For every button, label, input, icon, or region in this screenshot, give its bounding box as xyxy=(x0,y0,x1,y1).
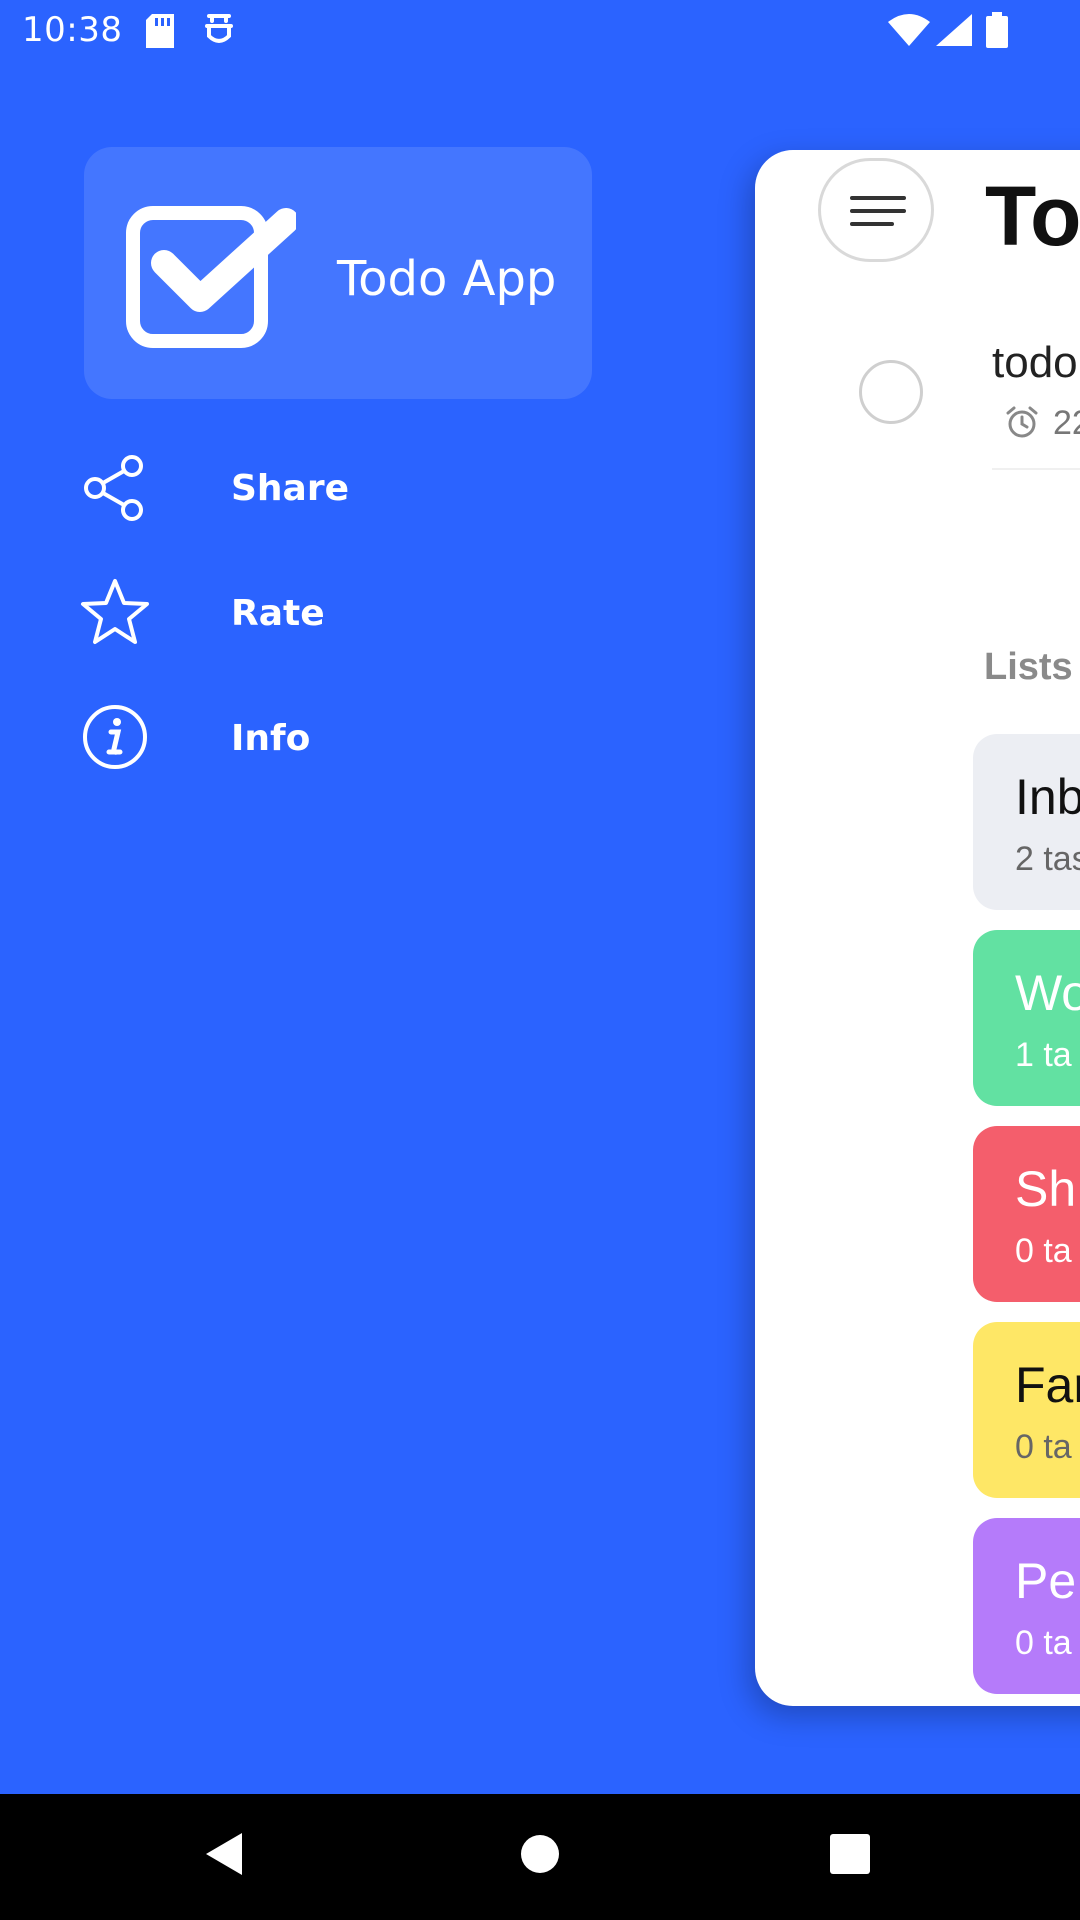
signal-icon xyxy=(936,14,972,51)
list-card-personal[interactable]: Pe 0 ta xyxy=(973,1518,1080,1694)
list-card-shopping[interactable]: Sh 0 ta xyxy=(973,1126,1080,1302)
list-card-inbox[interactable]: Inb 2 tas xyxy=(973,734,1080,910)
drawer-item-share[interactable]: Share xyxy=(80,438,600,528)
star-icon xyxy=(80,577,150,647)
recents-icon[interactable] xyxy=(830,1834,870,1879)
list-name: Wo xyxy=(1015,965,1080,1021)
drawer-item-info[interactable]: Info xyxy=(80,688,600,778)
navigation-bar xyxy=(0,1794,1080,1920)
drawer-item-label: Share xyxy=(231,468,350,509)
list-card-work[interactable]: Wo 1 ta xyxy=(973,930,1080,1106)
battery-icon xyxy=(986,12,1008,53)
wifi-icon xyxy=(888,14,930,51)
status-bar: 10:38 xyxy=(0,0,1080,62)
checkbox-logo-icon xyxy=(126,201,299,356)
list-name: Pe xyxy=(1015,1553,1077,1609)
todo-title[interactable]: todo xyxy=(992,338,1078,388)
lists-heading: Lists xyxy=(984,646,1073,688)
menu-button[interactable] xyxy=(818,158,934,262)
share-icon xyxy=(80,452,150,522)
list-count: 1 ta xyxy=(1015,1036,1072,1074)
sd-card-icon xyxy=(146,14,174,53)
main-content-card[interactable]: To todo 22 Lists Inb 2 tas Wo 1 ta Sh 0 … xyxy=(755,150,1080,1706)
info-icon xyxy=(80,702,150,772)
list-count: 0 ta xyxy=(1015,1428,1072,1466)
drawer-header: Todo App xyxy=(84,147,592,399)
list-card-family[interactable]: Far 0 ta xyxy=(973,1322,1080,1498)
home-icon[interactable] xyxy=(520,1834,560,1879)
list-count: 2 tas xyxy=(1015,840,1080,878)
hamburger-menu-icon xyxy=(850,196,906,226)
divider xyxy=(992,468,1080,470)
app-screen: 10:38 Todo App Share Rate Info To todo 2… xyxy=(0,0,1080,1920)
todo-time: 22 xyxy=(1053,404,1080,442)
todo-checkbox[interactable] xyxy=(859,360,923,424)
drawer-item-rate[interactable]: Rate xyxy=(80,563,600,653)
list-count: 0 ta xyxy=(1015,1624,1072,1662)
alarm-icon xyxy=(1005,405,1039,444)
list-name: Far xyxy=(1015,1357,1080,1413)
list-name: Sh xyxy=(1015,1161,1077,1217)
drawer-item-label: Rate xyxy=(231,593,325,634)
list-name: Inb xyxy=(1015,769,1080,825)
back-icon[interactable] xyxy=(204,1831,244,1882)
tray-icon xyxy=(204,12,234,53)
status-time: 10:38 xyxy=(22,10,123,50)
drawer-app-title: Todo App xyxy=(337,251,557,307)
page-title: To xyxy=(985,169,1080,263)
drawer-item-label: Info xyxy=(231,718,311,759)
list-count: 0 ta xyxy=(1015,1232,1072,1270)
